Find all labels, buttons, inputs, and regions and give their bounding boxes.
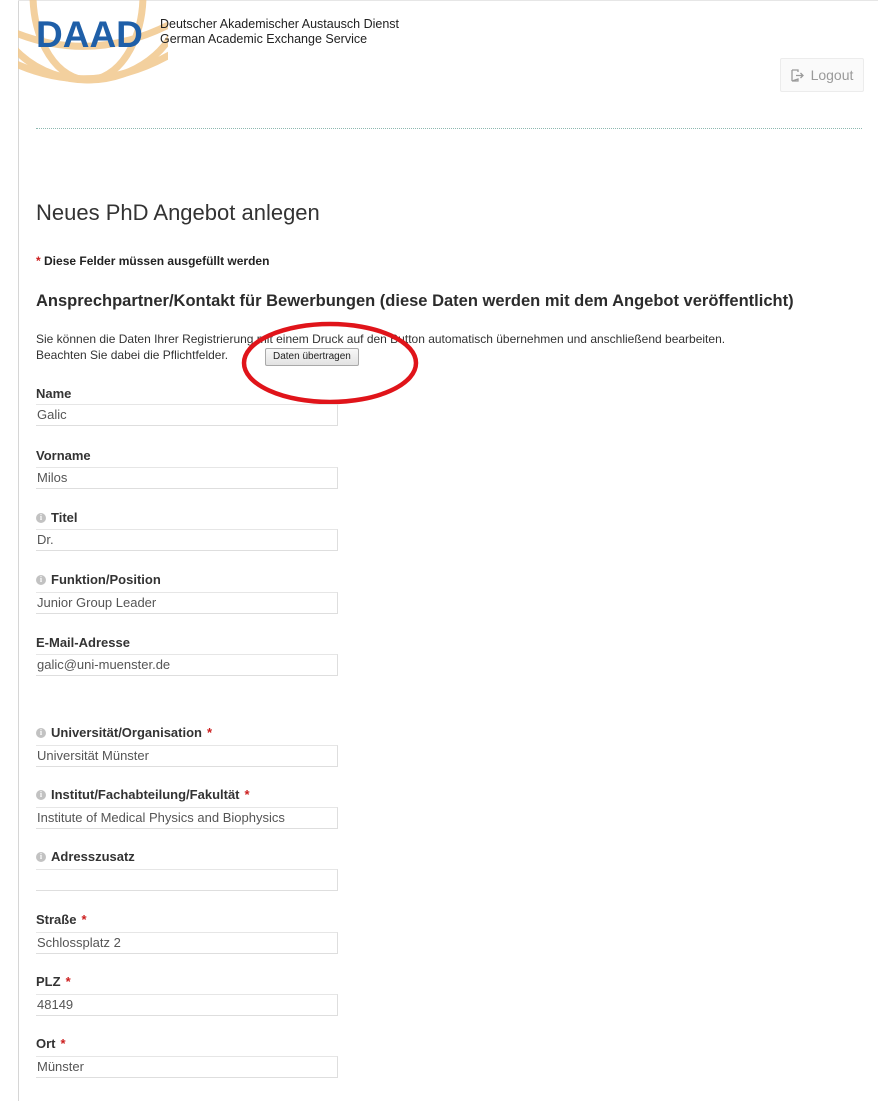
required-note-text: Diese Felder müssen ausgefüllt werden — [44, 254, 270, 268]
required-fields-note: * Diese Felder müssen ausgefüllt werden — [36, 254, 269, 268]
page-frame-left — [18, 0, 19, 1101]
logout-icon — [790, 68, 805, 82]
logout-button[interactable]: Logout — [780, 58, 864, 92]
field-label-text: Ort — [36, 1036, 56, 1051]
titel-input[interactable] — [36, 529, 338, 551]
universitaet-organisation-input[interactable] — [36, 745, 338, 767]
transfer-info-text-2: Beachten Sie dabei die Pflichtfelder. — [36, 348, 229, 362]
field-label-universitaet-organisation: i Universität/Organisation * — [36, 725, 212, 740]
institut-fachabteilung-fakultaet-input[interactable] — [36, 807, 338, 829]
field-label-text: Vorname — [36, 448, 91, 463]
info-icon[interactable]: i — [36, 789, 46, 800]
field-label-titel: i Titel — [36, 510, 78, 525]
field-label-e-mail-adresse: E-Mail-Adresse — [36, 635, 130, 650]
required-star: * — [206, 725, 213, 740]
logout-label: Logout — [810, 67, 854, 83]
info-icon[interactable]: i — [36, 727, 46, 738]
strasse-input[interactable] — [36, 932, 338, 954]
section-heading-contact: Ansprechpartner/Kontakt für Bewerbungen … — [36, 292, 794, 310]
info-icon[interactable]: i — [36, 512, 46, 523]
required-star: * — [60, 1036, 66, 1051]
field-label-text: Titel — [51, 510, 78, 525]
field-label-text: Name — [36, 386, 72, 401]
field-label-funktion-position: i Funktion/Position — [36, 572, 161, 587]
field-label-text: Straße — [36, 912, 77, 927]
required-star: * — [65, 974, 71, 989]
required-star: * — [244, 787, 250, 802]
e-mail-adresse-input[interactable] — [36, 654, 338, 676]
field-label-ort: Ort * — [36, 1036, 66, 1051]
name-input[interactable] — [36, 404, 338, 426]
field-label-institut-fachabteilung-fakultaet: i Institut/Fachabteilung/Fakultät * — [36, 787, 250, 802]
org-name-english: German Academic Exchange Service — [160, 32, 368, 46]
field-label-text: Institut/Fachabteilung/Fakultät — [51, 787, 240, 802]
info-icon[interactable]: i — [36, 851, 46, 862]
vorname-input[interactable] — [36, 467, 338, 489]
required-star: * — [81, 912, 87, 927]
header-divider — [36, 128, 862, 129]
page-title: Neues PhD Angebot anlegen — [36, 200, 320, 225]
field-label-name: Name — [36, 386, 71, 401]
adresszusatz-input[interactable] — [36, 869, 338, 891]
ort-input[interactable] — [36, 1056, 338, 1078]
field-label-strasse: Straße * — [36, 912, 87, 927]
field-label-text: Adresszusatz — [51, 849, 135, 864]
plz-input[interactable] — [36, 994, 338, 1016]
field-label-text: Funktion/Position — [51, 572, 161, 587]
field-label-vorname: Vorname — [36, 448, 91, 463]
funktion-position-input[interactable] — [36, 592, 338, 614]
daad-logo[interactable]: DAAD — [36, 14, 143, 56]
field-label-adresszusatz: i Adresszusatz — [36, 849, 135, 864]
field-label-text: E-Mail-Adresse — [36, 635, 130, 650]
info-icon[interactable]: i — [36, 574, 46, 585]
transfer-data-button[interactable]: Daten übertragen — [265, 348, 359, 366]
field-label-text: Universität/Organisation — [51, 725, 202, 740]
org-name-german: Deutscher Akademischer Austausch Dienst — [160, 17, 400, 31]
required-star: * — [36, 254, 41, 268]
field-label-plz: PLZ * — [36, 974, 71, 989]
field-label-text: PLZ — [36, 974, 61, 989]
transfer-info-text: Sie können die Daten Ihrer Registrierung… — [36, 332, 726, 346]
